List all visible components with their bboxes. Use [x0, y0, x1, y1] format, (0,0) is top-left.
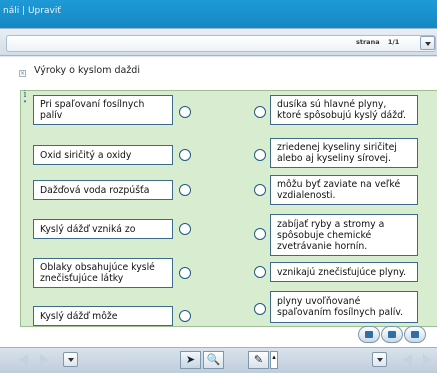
back-arrow-icon[interactable] — [19, 354, 28, 366]
right-item-text: dusíka sú hlavné plyny, ktoré spôsobujú … — [277, 99, 406, 121]
header-links[interactable]: náli | Upraviť — [3, 6, 61, 16]
zoom-tool-icon[interactable]: 🔍 — [203, 351, 224, 369]
left-item-text: Dažďová voda rozpúšťa — [40, 184, 150, 196]
right-item-text: vznikajú znečisťujúce plyny. — [277, 266, 407, 278]
right-item-1[interactable]: dusíka sú hlavné plyny, ktoré spôsobujú … — [270, 95, 418, 125]
left-connector-2[interactable] — [179, 149, 191, 161]
right-connector-3[interactable] — [254, 184, 266, 196]
left-item-text: Pri spaľovaní fosílnych palív — [40, 99, 145, 121]
menu-dropdown-icon[interactable] — [63, 352, 78, 367]
left-item-text: Oxid siričitý a oxidy — [40, 149, 132, 161]
page-dropdown-button[interactable] — [420, 36, 435, 50]
menu-dropdown-icon[interactable] — [372, 352, 387, 367]
back-arrow-icon[interactable] — [403, 354, 412, 366]
left-item-3[interactable]: Dažďová voda rozpúšťa — [33, 180, 173, 200]
app-header: náli | Upraviť — [0, 0, 437, 28]
left-item-6[interactable]: Kyslý dážď môže — [33, 306, 173, 326]
right-item-text: zabíjať ryby a stromy a spôsobuje chemic… — [277, 218, 385, 252]
right-item-4[interactable]: zabíjať ryby a stromy a spôsobuje chemic… — [270, 214, 418, 256]
forward-arrow-icon[interactable] — [423, 354, 432, 366]
page-label: strana — [356, 38, 380, 46]
left-item-1[interactable]: Pri spaľovaní fosílnych palív — [33, 95, 173, 125]
left-item-5[interactable]: Oblaky obsahujúce kyslé znečisťujúce lát… — [33, 258, 173, 288]
solution-icon[interactable] — [404, 326, 426, 343]
left-item-text: Kyslý dážď môže — [40, 310, 118, 322]
reset-icon[interactable] — [381, 326, 403, 343]
page-number: 1/1 — [387, 38, 400, 46]
check-icon[interactable] — [358, 326, 380, 343]
pointer-tool-icon[interactable]: ➤ — [180, 351, 201, 369]
right-item-2[interactable]: zriedenej kyseliny siričitej alebo aj ky… — [270, 138, 418, 168]
right-connector-5[interactable] — [254, 266, 266, 278]
left-item-text: Oblaky obsahujúce kyslé znečisťujúce lát… — [40, 262, 155, 284]
right-item-3[interactable]: môžu byť zaviate na veľké vzdialenosti. — [270, 175, 418, 205]
right-connector-4[interactable] — [254, 228, 266, 240]
forward-arrow-icon[interactable] — [40, 354, 49, 366]
left-connector-3[interactable] — [179, 184, 191, 196]
right-connector-2[interactable] — [254, 149, 266, 161]
right-connector-6[interactable] — [254, 303, 266, 315]
left-item-text: Kyslý dážď vzniká zo — [40, 223, 136, 235]
left-connector-4[interactable] — [179, 223, 191, 235]
right-item-text: môžu byť zaviate na veľké vzdialenosti. — [277, 179, 401, 201]
left-item-2[interactable]: Oxid siričitý a oxidy — [33, 145, 173, 165]
left-connector-1[interactable] — [179, 106, 191, 118]
right-item-6[interactable]: plyny uvoľňované spaľovaním fosílnych pa… — [270, 291, 418, 323]
right-item-text: zriedenej kyseliny siričitej alebo aj ky… — [277, 142, 397, 164]
page-indicator: strana 1/1 — [356, 38, 399, 46]
pen-tool-icon[interactable]: ✎ — [248, 351, 269, 369]
info-icon[interactable]: i ▾ — [21, 90, 29, 105]
left-item-4[interactable]: Kyslý dážď vzniká zo — [33, 219, 173, 239]
right-connector-1[interactable] — [254, 106, 266, 118]
pen-options-icon[interactable]: ▴ — [270, 351, 278, 369]
right-item-text: plyny uvoľňované spaľovaním fosílnych pa… — [277, 296, 404, 318]
left-connector-5[interactable] — [179, 267, 191, 279]
collapse-icon[interactable]: × — [19, 70, 26, 77]
exercise-title: Výroky o kyslom daždi — [34, 65, 140, 76]
left-connector-6[interactable] — [179, 310, 191, 322]
right-item-5[interactable]: vznikajú znečisťujúce plyny. — [270, 262, 418, 282]
